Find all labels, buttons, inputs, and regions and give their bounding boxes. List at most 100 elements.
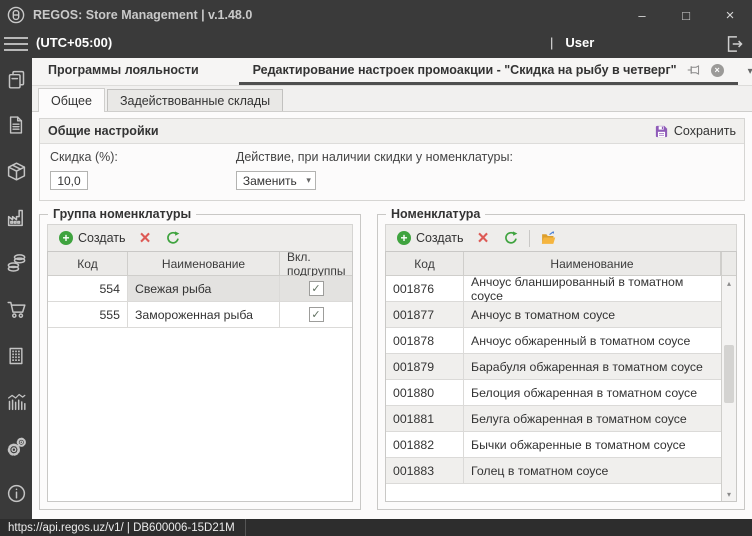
- action-select[interactable]: Заменить ▾: [235, 171, 316, 190]
- hamburger-menu-icon[interactable]: [4, 37, 28, 51]
- column-header[interactable]: Код: [386, 252, 464, 276]
- table-row[interactable]: 001883 Голец в томатном соусе: [386, 458, 721, 484]
- table-row[interactable]: 001880 Белоция обжаренная в томатном соу…: [386, 380, 721, 406]
- table-empty-area: [48, 328, 352, 501]
- table-row[interactable]: 001878 Анчоус обжаренный в томатном соус…: [386, 328, 721, 354]
- tab-general[interactable]: Общее: [38, 88, 105, 112]
- plus-icon: +: [59, 231, 73, 245]
- user-label: User: [565, 35, 595, 50]
- create-nomenclature-button[interactable]: + Создать: [390, 225, 471, 251]
- window-title: REGOS: Store Management | v.1.48.0: [33, 8, 253, 22]
- cell-code[interactable]: 001879: [386, 354, 464, 380]
- cell-code[interactable]: 554: [48, 276, 128, 302]
- factory-icon[interactable]: [5, 206, 27, 228]
- refresh-groups-button[interactable]: [158, 225, 188, 251]
- table-row[interactable]: 555 Замороженная рыба ✓: [48, 302, 352, 328]
- discount-input[interactable]: [50, 171, 88, 190]
- cell-code[interactable]: 001877: [386, 302, 464, 328]
- package-icon[interactable]: [5, 160, 27, 182]
- group-title: Общие настройки: [48, 124, 159, 138]
- scrollbar-thumb[interactable]: [724, 345, 734, 404]
- cell-name[interactable]: Анчоус бланшированный в томатном соусе: [464, 275, 721, 303]
- delete-nomenclature-button[interactable]: ×: [471, 225, 496, 251]
- fieldset-legend: Группа номенклатуры: [48, 207, 197, 221]
- fieldset-legend: Номенклатура: [386, 207, 486, 221]
- pick-from-catalog-button[interactable]: [533, 225, 564, 251]
- pin-icon[interactable]: [687, 63, 701, 77]
- refresh-icon: [166, 231, 180, 244]
- gears-icon[interactable]: [5, 437, 27, 459]
- column-header[interactable]: Наименование: [464, 252, 721, 276]
- scrollbar-header-stub: [722, 252, 736, 276]
- close-button[interactable]: ×: [708, 0, 752, 30]
- nomenclature-toolbar: + Создать ×: [385, 224, 737, 251]
- nomenclature-table-header: Код Наименование: [386, 252, 721, 276]
- timezone-label: (UTC+05:00): [36, 35, 113, 50]
- table-row[interactable]: 554 Свежая рыба ✓: [48, 276, 352, 302]
- tab-loyalty-programs[interactable]: Программы лояльности: [32, 58, 239, 85]
- cell-name[interactable]: Свежая рыба: [128, 276, 280, 302]
- logout-icon[interactable]: [724, 34, 744, 54]
- table-row[interactable]: 001882 Бычки обжаренные в томатном соусе: [386, 432, 721, 458]
- vertical-scrollbar[interactable]: ▴ ▾: [721, 252, 736, 501]
- coins-icon[interactable]: [5, 252, 27, 274]
- tab-warehouses[interactable]: Задействованные склады: [106, 89, 284, 111]
- document-tabbar: Программы лояльности Редактирование наст…: [32, 58, 752, 86]
- save-label: Сохранить: [673, 124, 736, 138]
- table-row[interactable]: 001877 Анчоус в томатном соусе: [386, 302, 721, 328]
- refresh-nomenclature-button[interactable]: [496, 225, 526, 251]
- column-header[interactable]: Наименование: [128, 252, 280, 276]
- scroll-up-icon[interactable]: ▴: [722, 276, 736, 290]
- nomenclature-table: Код Наименование 001876 Анчоус бланширов…: [385, 251, 737, 502]
- cell-code[interactable]: 001882: [386, 432, 464, 458]
- cell-code[interactable]: 001876: [386, 276, 464, 302]
- minimize-button[interactable]: –: [620, 0, 664, 30]
- chevron-down-icon[interactable]: ▾: [738, 58, 752, 85]
- info-icon[interactable]: [5, 483, 27, 505]
- cell-name[interactable]: Голец в томатном соусе: [464, 458, 721, 484]
- tab-close-icon[interactable]: ×: [710, 63, 724, 77]
- subgroups-checkbox[interactable]: ✓: [308, 281, 324, 296]
- building-icon[interactable]: [5, 345, 27, 367]
- table-row[interactable]: 001881 Белуга обжаренная в томатном соус…: [386, 406, 721, 432]
- cell-code[interactable]: 001880: [386, 380, 464, 406]
- scrollbar-track[interactable]: [722, 290, 736, 487]
- create-group-button[interactable]: + Создать: [52, 225, 133, 251]
- cell-name[interactable]: Белуга обжаренная в томатном соусе: [464, 406, 721, 432]
- delete-icon: ×: [477, 227, 489, 249]
- cell-code[interactable]: 001878: [386, 328, 464, 354]
- document-icon[interactable]: [5, 114, 27, 136]
- cell-name[interactable]: Барабуля обжаренная в томатном соусе: [464, 354, 721, 380]
- table-row[interactable]: 001879 Барабуля обжаренная в томатном со…: [386, 354, 721, 380]
- discount-label: Скидка (%):: [50, 150, 118, 164]
- scroll-down-icon[interactable]: ▾: [722, 487, 736, 501]
- nomenclature-fieldset: Номенклатура + Создать × Код Наименовани…: [377, 207, 745, 510]
- api-endpoint-label: https://api.regos.uz/v1/ | DB600006-15D2…: [0, 519, 246, 536]
- shopping-cart-icon[interactable]: [5, 299, 27, 321]
- cell-name[interactable]: Замороженная рыба: [128, 302, 280, 328]
- cell-code[interactable]: 555: [48, 302, 128, 328]
- refresh-icon: [504, 231, 518, 244]
- column-header[interactable]: Вкл. подгруппы: [280, 252, 352, 278]
- cell-code[interactable]: 001883: [386, 458, 464, 484]
- save-button[interactable]: Сохранить: [654, 124, 736, 139]
- group-fieldset: Группа номенклатуры + Создать × Код Наим…: [39, 207, 361, 510]
- cell-name[interactable]: Бычки обжаренные в томатном соусе: [464, 432, 721, 458]
- user-menu[interactable]: | User: [550, 35, 594, 50]
- cell-name[interactable]: Анчоус обжаренный в томатном соусе: [464, 328, 721, 354]
- bar-chart-icon[interactable]: [5, 391, 27, 413]
- group-header: Общие настройки Сохранить: [40, 119, 744, 144]
- cell-name[interactable]: Белоция обжаренная в томатном соусе: [464, 380, 721, 406]
- group-toolbar: + Создать ×: [47, 224, 353, 251]
- stacked-cards-icon[interactable]: [5, 68, 27, 90]
- delete-group-button[interactable]: ×: [133, 225, 158, 251]
- titlebar: REGOS: Store Management | v.1.48.0 – □ ×: [0, 0, 752, 30]
- tab-promo-edit[interactable]: Редактирование настроек промоакции - "Ск…: [238, 58, 738, 85]
- cell-code[interactable]: 001881: [386, 406, 464, 432]
- table-row[interactable]: 001876 Анчоус бланшированный в томатном …: [386, 275, 721, 303]
- column-header[interactable]: Код: [48, 252, 128, 276]
- subgroups-checkbox[interactable]: ✓: [308, 307, 324, 322]
- window-controls: – □ ×: [620, 0, 752, 30]
- cell-name[interactable]: Анчоус в томатном соусе: [464, 302, 721, 328]
- maximize-button[interactable]: □: [664, 0, 708, 30]
